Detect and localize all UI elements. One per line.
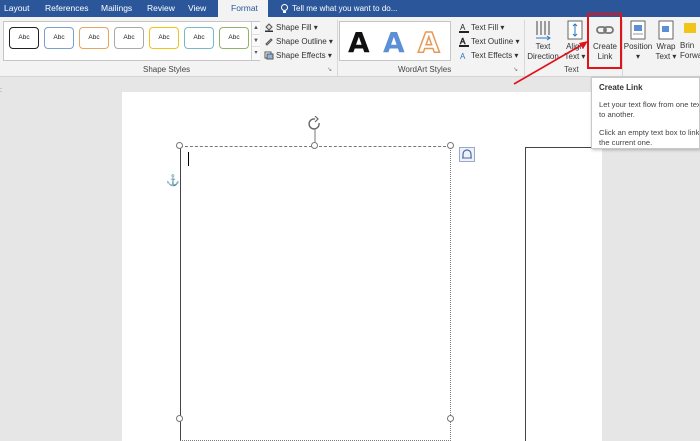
tooltip-hint: Click an empty text box to link the curr… — [599, 128, 700, 147]
left-ruler — [0, 78, 6, 441]
shape-outline-button[interactable]: Shape Outline ▾ — [264, 35, 333, 48]
lightbulb-icon — [281, 4, 288, 13]
resize-handle[interactable] — [176, 415, 183, 422]
text-box-second[interactable] — [525, 147, 700, 441]
gallery-scroll[interactable]: ▲ ▼ ▾ — [251, 22, 260, 60]
tell-me-label: Tell me what you want to do... — [292, 4, 398, 13]
group-label-shape-styles: Shape Styles — [143, 65, 191, 74]
ruler-marker-icon: : — [0, 87, 2, 94]
more-icon[interactable]: ▾ — [252, 47, 260, 60]
wordart-style-preset[interactable]: A — [417, 25, 440, 60]
resize-handle[interactable] — [311, 142, 318, 149]
shape-style-preset[interactable]: Abc — [219, 27, 249, 49]
shape-effects-button[interactable]: Shape Effects ▾ — [264, 49, 332, 62]
shape-style-preset[interactable]: Abc — [79, 27, 109, 49]
shape-style-preset[interactable]: Abc — [9, 27, 39, 49]
text-outline-button[interactable]: A Text Outline ▾ — [459, 35, 520, 48]
align-text-icon — [567, 20, 583, 40]
svg-text:A: A — [460, 37, 466, 46]
text-direction-button[interactable]: Text Direction — [527, 19, 559, 62]
align-text-button[interactable]: Align Text ▾ — [562, 19, 588, 62]
group-label-wordart-styles: WordArt Styles — [398, 65, 452, 74]
position-button[interactable]: Position ▾ — [623, 19, 653, 62]
shape-styles-gallery[interactable]: Abc Abc Abc Abc Abc Abc Abc ▲ ▼ ▾ — [3, 21, 260, 61]
tab-review[interactable]: Review — [147, 0, 175, 17]
rotate-handle-icon[interactable] — [307, 116, 323, 142]
scroll-up-icon[interactable]: ▲ — [252, 22, 260, 35]
wordart-gallery[interactable]: A A A — [339, 21, 451, 61]
group-separator — [524, 20, 525, 76]
shape-style-preset[interactable]: Abc — [114, 27, 144, 49]
anchor-icon: ⚓ — [166, 175, 180, 187]
position-icon — [630, 20, 646, 40]
wrap-text-icon — [658, 20, 674, 40]
shape-style-preset[interactable]: Abc — [44, 27, 74, 49]
text-direction-icon — [536, 21, 551, 41]
tooltip-description: Let your text flow from one tex to anoth… — [599, 100, 700, 119]
bring-forward-button[interactable]: Brin Forwa — [680, 19, 700, 61]
pencil-icon — [265, 38, 273, 46]
shape-style-preset[interactable]: Abc — [184, 27, 214, 49]
create-link-highlight — [587, 13, 622, 69]
shape-style-preset[interactable]: Abc — [149, 27, 179, 49]
dialog-launcher-icon[interactable]: ↘ — [513, 67, 520, 74]
text-effects-button[interactable]: A Text Effects ▾ — [459, 49, 518, 62]
text-outline-icon: A — [459, 37, 469, 47]
tab-view[interactable]: View — [188, 0, 206, 17]
tab-layout[interactable]: Layout — [4, 0, 30, 17]
tell-me-search[interactable]: Tell me what you want to do... — [280, 0, 397, 17]
scroll-down-icon[interactable]: ▼ — [252, 35, 260, 48]
tab-references[interactable]: References — [45, 0, 88, 17]
svg-text:A: A — [460, 23, 466, 32]
group-label-text: Text — [564, 65, 579, 74]
text-box-selected[interactable] — [180, 146, 451, 441]
text-fill-icon: A — [459, 23, 469, 33]
tooltip-title: Create Link — [599, 83, 643, 92]
tab-format[interactable]: Format — [218, 0, 268, 17]
wrap-text-button[interactable]: Wrap Text ▾ — [654, 19, 678, 62]
text-effects-icon: A — [460, 52, 466, 61]
tab-mailings[interactable]: Mailings — [101, 0, 132, 17]
text-cursor — [188, 152, 189, 166]
shape-effects-icon — [264, 51, 274, 60]
shape-fill-button[interactable]: Shape Fill ▾ — [264, 21, 318, 34]
wordart-style-preset[interactable]: A — [348, 26, 370, 60]
create-link-tooltip: Create Link Let your text flow from one … — [591, 77, 700, 149]
resize-handle[interactable] — [176, 142, 183, 149]
dialog-launcher-icon[interactable]: ↘ — [327, 67, 334, 74]
resize-handle[interactable] — [447, 142, 454, 149]
svg-text:A: A — [460, 52, 466, 61]
layout-options-button[interactable] — [459, 147, 475, 162]
group-separator — [337, 20, 338, 76]
resize-handle[interactable] — [447, 415, 454, 422]
wordart-style-preset[interactable]: A — [383, 26, 405, 60]
paint-bucket-icon — [265, 23, 273, 32]
bring-forward-icon — [684, 23, 696, 33]
text-fill-button[interactable]: A Text Fill ▾ — [459, 21, 504, 34]
layout-options-icon — [462, 149, 472, 159]
